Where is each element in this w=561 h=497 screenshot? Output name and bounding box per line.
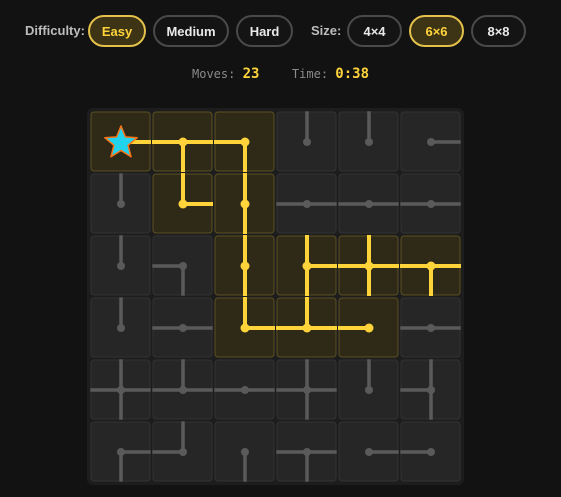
pipe-tile[interactable]	[400, 359, 461, 420]
pipe-node	[427, 200, 435, 208]
pipe-node	[178, 137, 188, 147]
difficulty-hard-button[interactable]: Hard	[236, 15, 293, 47]
pipe-node	[179, 324, 187, 332]
status-bar: Moves: 23 Time: 0:38	[0, 66, 561, 82]
pipe-node	[117, 386, 125, 394]
pipe-node	[241, 386, 249, 394]
difficulty-easy-button[interactable]: Easy	[88, 15, 146, 47]
pipe-tile[interactable]	[400, 111, 461, 172]
pipe-tile[interactable]	[90, 359, 151, 420]
pipe-tile[interactable]	[90, 111, 151, 172]
pipe-tile[interactable]	[276, 111, 337, 172]
pipe-tile[interactable]	[338, 421, 399, 482]
pipe-tile[interactable]	[276, 297, 337, 358]
pipe-node	[179, 386, 187, 394]
pipe-tile[interactable]	[400, 173, 461, 234]
size-8x8-button[interactable]: 8×8	[471, 15, 526, 47]
difficulty-medium-button[interactable]: Medium	[153, 15, 229, 47]
pipe-tile[interactable]	[214, 359, 275, 420]
pipe-node	[365, 448, 373, 456]
pipe-tile[interactable]	[152, 297, 213, 358]
pipe-node	[426, 261, 436, 271]
pipe-node	[179, 262, 187, 270]
pipe-node	[303, 200, 311, 208]
pipe-node	[240, 137, 250, 147]
pipe-node	[302, 323, 312, 333]
controls-bar: Difficulty: Easy Medium Hard Size: 4×4 6…	[0, 13, 561, 49]
pipe-tile[interactable]	[152, 421, 213, 482]
pipe-tile[interactable]	[276, 173, 337, 234]
pipe-tile[interactable]	[152, 111, 213, 172]
pipe-tile[interactable]	[338, 111, 399, 172]
pipe-tile[interactable]	[400, 235, 461, 296]
pipe-tile[interactable]	[400, 297, 461, 358]
pipe-tile[interactable]	[90, 421, 151, 482]
pipe-node	[303, 138, 311, 146]
pipe-tile[interactable]	[338, 235, 399, 296]
board-canvas	[90, 111, 461, 482]
pipe-node	[117, 448, 125, 456]
pipe-node	[303, 386, 311, 394]
pipe-node	[427, 324, 435, 332]
pipe-node	[117, 200, 125, 208]
pipe-tile[interactable]	[214, 297, 275, 358]
time-label: Time:	[291, 67, 329, 81]
pipe-node	[303, 448, 311, 456]
pipe-node	[240, 323, 250, 333]
pipe-tile[interactable]	[338, 359, 399, 420]
pipe-tile[interactable]	[90, 297, 151, 358]
moves-label: Moves:	[192, 67, 236, 81]
pipe-tile[interactable]	[276, 421, 337, 482]
pipe-node	[365, 200, 373, 208]
pipe-node	[302, 261, 312, 271]
moves-value: 23	[242, 66, 260, 82]
pipe-tile[interactable]	[90, 173, 151, 234]
pipe-tile[interactable]	[276, 359, 337, 420]
difficulty-label: Difficulty:	[25, 23, 85, 38]
pipe-node	[117, 324, 125, 332]
pipe-node	[365, 138, 373, 146]
pipe-tile[interactable]	[90, 235, 151, 296]
size-6x6-button[interactable]: 6×6	[409, 15, 464, 47]
time-value: 0:38	[335, 66, 369, 82]
pipe-tile[interactable]	[214, 421, 275, 482]
pipe-tile[interactable]	[214, 173, 275, 234]
pipe-node	[364, 261, 374, 271]
pipe-node	[179, 448, 187, 456]
pipe-node	[178, 199, 188, 209]
pipe-node	[117, 262, 125, 270]
pipe-tile[interactable]	[338, 297, 399, 358]
pipe-tile[interactable]	[276, 235, 337, 296]
pipe-tile[interactable]	[338, 173, 399, 234]
game-board	[87, 108, 464, 485]
pipe-node	[427, 386, 435, 394]
pipe-node	[240, 199, 250, 209]
pipe-node	[427, 138, 435, 146]
pipe-node	[427, 448, 435, 456]
pipe-tile[interactable]	[152, 359, 213, 420]
pipe-tile[interactable]	[214, 235, 275, 296]
pipe-tile[interactable]	[152, 173, 213, 234]
pipe-tile[interactable]	[400, 421, 461, 482]
size-label: Size:	[311, 23, 342, 38]
pipe-tile[interactable]	[214, 111, 275, 172]
pipe-node	[364, 323, 374, 333]
pipe-node	[365, 386, 373, 394]
size-4x4-button[interactable]: 4×4	[347, 15, 402, 47]
pipe-node	[241, 448, 249, 456]
pipe-tile[interactable]	[152, 235, 213, 296]
pipe-node	[240, 261, 250, 271]
